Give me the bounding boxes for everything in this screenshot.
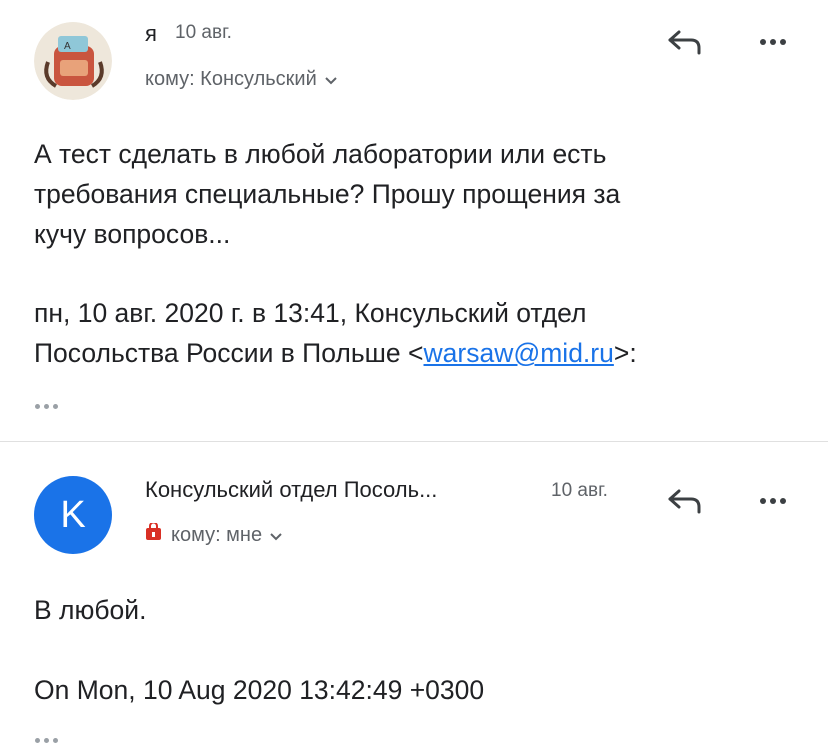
body-line: требования специальные? Прошу прощения з… [34,179,621,209]
sender-avatar[interactable]: K [34,476,112,554]
message-body: В любой. [34,595,147,625]
recipients-label: кому: Консульский [145,68,317,90]
recipients-label: кому: мне [171,523,263,546]
recipients-toggle[interactable]: кому: Консульский [145,68,337,91]
more-vert-icon [760,498,786,504]
body-line: кучу вопросов... [34,219,231,249]
message-date: 10 авг. [175,22,232,43]
avatar-letter: K [60,493,86,536]
sender-name: Консульский отдел Посоль... [145,477,438,502]
reply-button[interactable] [660,481,710,521]
reply-button[interactable] [660,22,710,62]
backpack-avatar-icon: A [34,22,112,100]
quote-line: пн, 10 авг. 2020 г. в 13:41, Консульский… [34,298,587,328]
quote-text: Посольства России в Польше < [34,338,424,368]
reply-icon [668,30,701,55]
important-marker-icon [145,521,162,547]
divider [0,441,828,442]
quote-header: пн, 10 авг. 2020 г. в 13:41, Консульский… [34,293,824,373]
quote-header: On Mon, 10 Aug 2020 13:42:49 +0300 [34,675,485,705]
reply-icon [668,489,701,514]
quote-line: Посольства России в Польше <warsaw@mid.r… [34,333,824,373]
message-body: А тест сделать в любой лаборатории или е… [34,134,814,254]
more-options-button[interactable] [748,489,798,513]
more-vert-icon [760,39,786,45]
sender-avatar[interactable]: A [34,22,112,100]
message-date: 10 авг. [551,480,608,501]
recipients-toggle[interactable]: кому: мне [145,521,282,547]
quote-text: >: [613,338,637,368]
chevron-down-icon [325,68,337,91]
chevron-down-icon [270,524,282,547]
sender-name: я [145,21,157,46]
show-trimmed-content-button[interactable] [35,738,58,743]
email-link[interactable]: warsaw@mid.ru [424,338,614,368]
svg-text:A: A [64,41,71,52]
more-options-button[interactable] [748,30,798,54]
body-line: А тест сделать в любой лаборатории или е… [34,139,607,169]
show-trimmed-content-button[interactable] [35,404,58,409]
